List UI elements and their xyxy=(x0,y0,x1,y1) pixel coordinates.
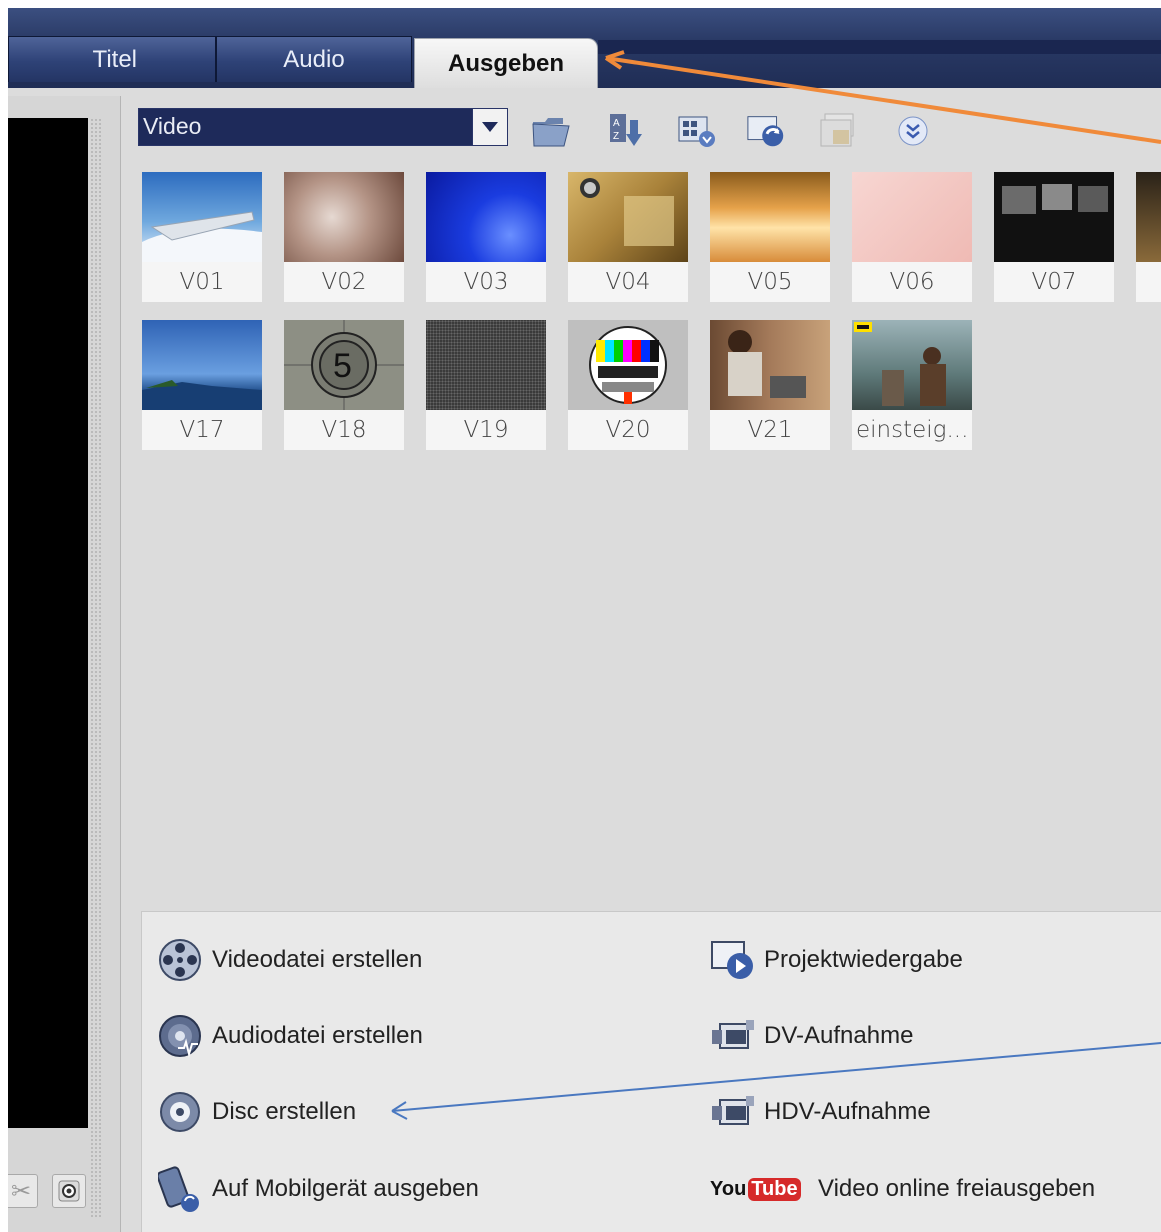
thumbnail-label: einsteig... xyxy=(856,417,969,443)
camcorder-icon xyxy=(710,1013,764,1059)
thumbnail-label: V21 xyxy=(747,417,793,443)
create-audio-file-item[interactable]: Audiodatei erstellen xyxy=(158,1013,423,1059)
thumbnail-v06[interactable]: V06 xyxy=(852,172,972,302)
thumbnail-label: V07 xyxy=(1031,269,1077,295)
thumbnail-v21[interactable]: V21 xyxy=(710,320,830,450)
thumbnail-v01[interactable]: V01 xyxy=(142,172,262,302)
library-dropdown-value: Video xyxy=(143,113,202,139)
thumbnail-image xyxy=(568,172,688,262)
thumbnail-einsteig[interactable]: einsteig... xyxy=(852,320,972,450)
youtube-tube-text: Tube xyxy=(748,1177,801,1201)
youtube-you-text: You xyxy=(710,1177,747,1200)
thumbnail-label: V03 xyxy=(463,269,509,295)
dv-recording-label: DV-Aufnahme xyxy=(764,1022,914,1049)
thumbnail-v19[interactable]: V19 xyxy=(426,320,546,450)
export-mobile-label: Auf Mobilgerät ausgeben xyxy=(212,1175,479,1202)
thumbnail-label: V04 xyxy=(605,269,651,295)
thumbnail-image xyxy=(710,320,830,410)
tab-titel[interactable]: Titel xyxy=(8,36,216,82)
project-playback-label: Projektwiedergabe xyxy=(764,946,963,973)
play-project-icon xyxy=(710,937,764,983)
thumbnail-label: V05 xyxy=(747,269,793,295)
thumbnail-image xyxy=(142,172,262,262)
thumbnail-v04[interactable]: V04 xyxy=(568,172,688,302)
thumbnail-v07[interactable]: V07 xyxy=(994,172,1114,302)
thumbnail-image xyxy=(1136,172,1161,262)
thumbnail-image xyxy=(852,320,972,410)
svg-text:Z: Z xyxy=(613,131,619,142)
thumbnail-v02[interactable]: V02 xyxy=(284,172,404,302)
expand-more-icon[interactable] xyxy=(892,112,934,150)
svg-text:5: 5 xyxy=(333,347,352,385)
dv-recording-item[interactable]: DV-Aufnahme xyxy=(710,1013,913,1059)
camcorder-icon xyxy=(710,1089,764,1135)
create-disc-item[interactable]: Disc erstellen xyxy=(158,1089,356,1135)
preview-screen xyxy=(8,118,88,1128)
thumbnail-v17[interactable]: V17 xyxy=(142,320,262,450)
tab-audio[interactable]: Audio xyxy=(216,36,412,82)
thumbnail-image xyxy=(142,320,262,410)
thumbnail-image xyxy=(852,172,972,262)
thumbnail-image xyxy=(710,172,830,262)
youtube-icon: You Tube xyxy=(710,1166,818,1212)
thumbnail-label: V19 xyxy=(463,417,509,443)
thumbnail-v05[interactable]: V05 xyxy=(710,172,830,302)
create-video-file-label: Videodatei erstellen xyxy=(212,946,423,973)
import-image-icon[interactable] xyxy=(818,112,860,150)
folder-open-icon[interactable] xyxy=(530,112,572,150)
capture-video-icon[interactable] xyxy=(746,112,788,150)
audio-disc-icon xyxy=(158,1013,212,1059)
svg-text:A: A xyxy=(613,118,620,129)
thumbnail-image: 5 xyxy=(284,320,404,410)
thumbnail-image xyxy=(568,320,688,410)
thumbnail-v20[interactable]: V20 xyxy=(568,320,688,450)
export-mobile-item[interactable]: Auf Mobilgerät ausgeben xyxy=(158,1166,479,1212)
thumbnail-label: V17 xyxy=(179,417,225,443)
app-window: Titel Audio Ausgeben ✂ Video AZ V01 V02 … xyxy=(8,8,1161,1232)
scissors-icon[interactable]: ✂ xyxy=(8,1174,38,1208)
panel-grip[interactable] xyxy=(90,118,102,1218)
disc-icon xyxy=(158,1089,212,1135)
mobile-device-icon xyxy=(158,1166,212,1212)
hdv-recording-item[interactable]: HDV-Aufnahme xyxy=(710,1089,931,1135)
thumbnail-v03[interactable]: V03 xyxy=(426,172,546,302)
library-dropdown[interactable]: Video xyxy=(138,108,508,146)
tab-bar-line xyxy=(598,40,1161,54)
share-video-online-item[interactable]: You Tube Video online freiausgeben xyxy=(710,1166,1095,1212)
thumbnail-label: V02 xyxy=(321,269,367,295)
thumbnail-image xyxy=(284,172,404,262)
thumbnail-v18[interactable]: 5 V18 xyxy=(284,320,404,450)
project-playback-item[interactable]: Projektwiedergabe xyxy=(710,937,963,983)
create-disc-label: Disc erstellen xyxy=(212,1098,357,1125)
thumbnail-image xyxy=(426,320,546,410)
create-audio-file-label: Audiodatei erstellen xyxy=(212,1022,423,1049)
thumbnail-label: V18 xyxy=(321,417,367,443)
thumbnail-image xyxy=(994,172,1114,262)
thumbnail-label: V01 xyxy=(179,269,225,295)
snapshot-icon[interactable] xyxy=(52,1174,86,1208)
hdv-recording-label: HDV-Aufnahme xyxy=(764,1098,931,1125)
sort-az-icon[interactable]: AZ xyxy=(604,112,646,150)
share-video-online-label: Video online freiausgeben xyxy=(818,1175,1096,1202)
tab-ausgeben[interactable]: Ausgeben xyxy=(414,38,598,88)
tab-bar: Titel Audio Ausgeben xyxy=(8,8,1161,88)
preview-panel: ✂ xyxy=(8,96,121,1232)
thumbnail-partial[interactable] xyxy=(1136,172,1161,302)
thumbnail-label: V06 xyxy=(889,269,935,295)
view-options-icon[interactable] xyxy=(676,112,718,150)
create-video-file-item[interactable]: Videodatei erstellen xyxy=(158,937,422,983)
chevron-down-icon[interactable] xyxy=(472,109,507,145)
thumbnail-image xyxy=(426,172,546,262)
thumbnail-label: V20 xyxy=(605,417,651,443)
film-reel-icon xyxy=(158,937,212,983)
